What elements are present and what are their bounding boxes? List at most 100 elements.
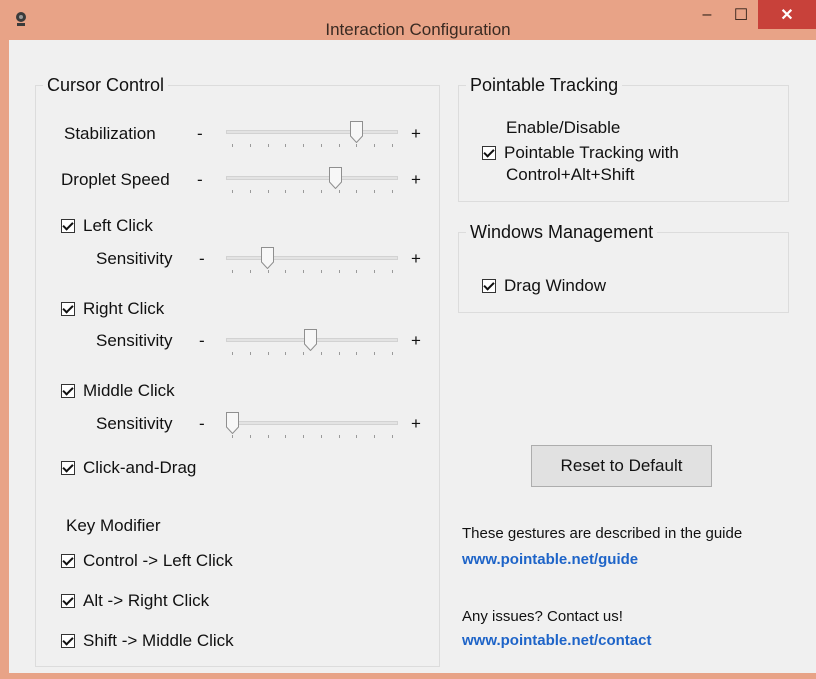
left-click-sensitivity-minus: - [199, 249, 205, 268]
slider-tick [303, 144, 305, 147]
slider-tick [249, 435, 251, 438]
modifier-alt-label: Alt -> Right Click [83, 591, 210, 610]
reset-to-default-button[interactable]: Reset to Default [531, 445, 712, 487]
droplet-speed-minus: - [197, 170, 203, 189]
slider-track [226, 130, 398, 134]
slider-tick [338, 270, 340, 273]
cursor-control-title: Cursor Control [43, 75, 169, 96]
guide-link[interactable]: www.pointable.net/guide [462, 551, 638, 568]
windows-management-group [458, 232, 789, 313]
slider-tick [303, 435, 305, 438]
slider-tick [249, 352, 251, 355]
slider-tick [392, 270, 393, 273]
right-click-sensitivity-minus: - [199, 331, 205, 350]
maximize-button[interactable]: ☐ [726, 0, 756, 29]
checkbox-checked-icon [61, 634, 75, 648]
slider-tick [232, 435, 233, 438]
contact-link[interactable]: www.pointable.net/contact [462, 632, 651, 649]
modifier-alt-checkbox[interactable]: Alt -> Right Click [61, 591, 209, 611]
slider-tick [285, 435, 287, 438]
left-click-sensitivity-slider[interactable] [226, 246, 398, 273]
left-click-sensitivity-plus: + [411, 249, 421, 268]
slider-tick [356, 435, 358, 438]
right-click-sensitivity-slider[interactable] [226, 328, 398, 355]
slider-tick [249, 270, 251, 273]
slider-tick [356, 352, 358, 355]
left-click-label: Left Click [83, 216, 153, 235]
slider-thumb[interactable] [329, 167, 343, 189]
minimize-button[interactable]: – [692, 0, 722, 29]
checkbox-checked-icon [61, 302, 75, 316]
checkbox-checked-icon [482, 146, 496, 160]
close-button[interactable]: ✕ [758, 0, 816, 29]
checkbox-checked-icon [61, 461, 75, 475]
right-click-checkbox[interactable]: Right Click [61, 299, 164, 319]
slider-thumb[interactable] [260, 247, 274, 269]
client-area: Cursor Control Stabilization - + Droplet… [9, 40, 816, 673]
checkbox-checked-icon [61, 384, 75, 398]
slider-tick [303, 190, 305, 193]
app-window: Interaction Configuration – ☐ ✕ Cursor C… [0, 0, 816, 679]
slider-tick [303, 270, 305, 273]
left-click-checkbox[interactable]: Left Click [61, 216, 153, 236]
key-modifier-heading: Key Modifier [66, 516, 161, 535]
click-and-drag-label: Click-and-Drag [83, 458, 197, 477]
slider-tick [267, 144, 269, 147]
modifier-control-checkbox[interactable]: Control -> Left Click [61, 551, 233, 571]
middle-click-checkbox[interactable]: Middle Click [61, 381, 175, 401]
modifier-control-label: Control -> Left Click [83, 551, 233, 570]
middle-click-sensitivity-plus: + [411, 414, 421, 433]
middle-click-sensitivity-slider[interactable] [226, 411, 398, 438]
slider-tick [267, 190, 269, 193]
drag-window-label: Drag Window [504, 276, 607, 295]
checkbox-checked-icon [482, 279, 496, 293]
slider-tick [392, 352, 393, 355]
slider-thumb[interactable] [303, 329, 317, 351]
slider-tick [338, 190, 340, 193]
modifier-shift-label: Shift -> Middle Click [83, 631, 234, 650]
slider-tick [338, 352, 340, 355]
modifier-shift-checkbox[interactable]: Shift -> Middle Click [61, 631, 234, 651]
slider-tick [232, 352, 233, 355]
slider-tick [285, 190, 287, 193]
slider-track [226, 256, 398, 260]
stabilization-minus: - [197, 124, 203, 143]
middle-click-sensitivity-label: Sensitivity [96, 414, 173, 433]
stabilization-plus: + [411, 124, 421, 143]
slider-tick [267, 270, 269, 273]
middle-click-label: Middle Click [83, 381, 175, 400]
checkbox-checked-icon [61, 219, 75, 233]
slider-tick [338, 435, 340, 438]
pointable-tracking-line2: Pointable Tracking with [504, 143, 679, 162]
windows-management-title: Windows Management [466, 222, 658, 243]
slider-tick [374, 144, 376, 147]
slider-tick [356, 190, 358, 193]
slider-tick [249, 144, 251, 147]
slider-tick [356, 144, 358, 147]
slider-tick [320, 352, 322, 355]
left-click-sensitivity-label: Sensitivity [96, 249, 173, 268]
slider-tick [320, 435, 322, 438]
slider-thumb[interactable] [226, 412, 239, 434]
click-and-drag-checkbox[interactable]: Click-and-Drag [61, 458, 196, 478]
slider-tick [232, 144, 233, 147]
droplet-speed-slider[interactable] [226, 166, 398, 193]
pointable-tracking-title: Pointable Tracking [466, 75, 623, 96]
slider-tick [285, 352, 287, 355]
right-click-sensitivity-label: Sensitivity [96, 331, 173, 350]
slider-tick [392, 144, 393, 147]
slider-tick [303, 352, 305, 355]
slider-tick [356, 270, 358, 273]
title-bar[interactable]: Interaction Configuration – ☐ ✕ [0, 0, 816, 40]
stabilization-slider[interactable] [226, 120, 398, 147]
right-click-label: Right Click [83, 299, 165, 318]
slider-thumb[interactable] [350, 121, 364, 143]
pointable-tracking-checkbox[interactable]: Pointable Tracking with [482, 143, 679, 163]
drag-window-checkbox[interactable]: Drag Window [482, 276, 606, 296]
middle-click-sensitivity-minus: - [199, 414, 205, 433]
slider-tick [338, 144, 340, 147]
slider-tick [267, 352, 269, 355]
slider-tick [392, 190, 393, 193]
slider-track [226, 176, 398, 180]
stabilization-label: Stabilization [64, 124, 156, 143]
